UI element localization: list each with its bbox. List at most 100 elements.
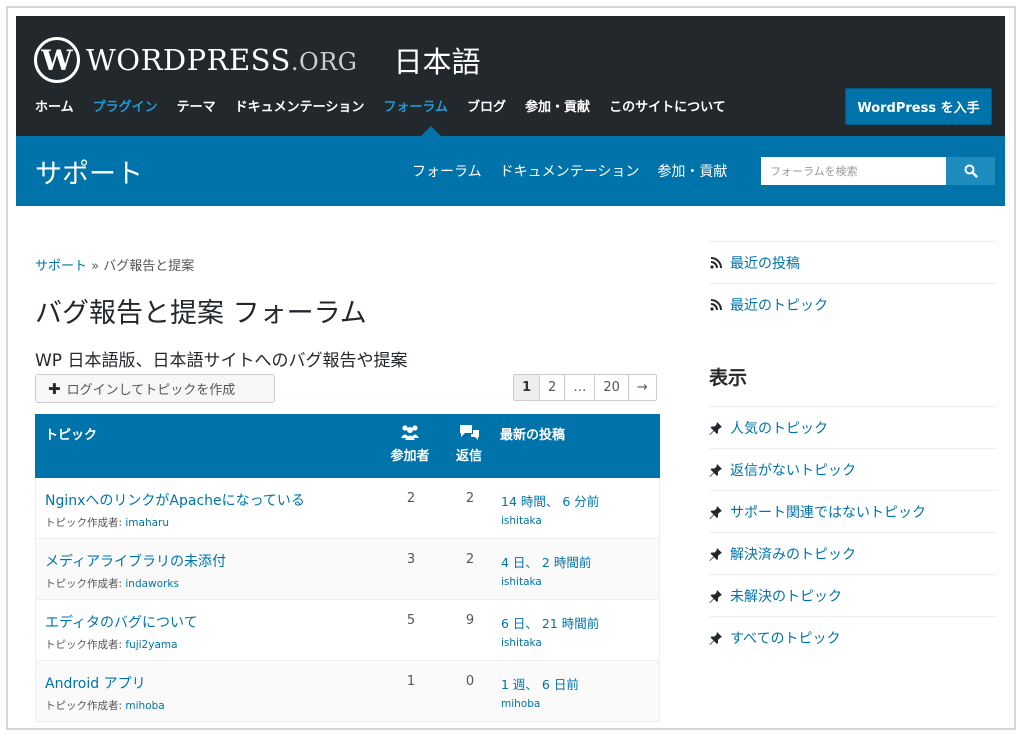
topic-title-link[interactable]: エディタのバグについて [45, 612, 198, 632]
site-logo[interactable]: W WORDPRESS.ORG 日本語 [34, 36, 480, 84]
nav-home[interactable]: ホーム [35, 96, 74, 115]
last-post-user-link[interactable]: ishitaka [501, 576, 542, 588]
topic-title-link[interactable]: NginxへのリンクがApacheになっている [45, 490, 305, 510]
search-button[interactable] [946, 157, 995, 185]
author-link[interactable]: indaworks [125, 578, 179, 590]
subnav-forums[interactable]: フォーラム [412, 161, 482, 181]
header-participants-label: 参加者 [390, 449, 430, 464]
main-nav: ホーム プラグイン テーマ ドキュメンテーション フォーラム ブログ 参加・貢献… [35, 96, 726, 115]
nav-about[interactable]: このサイトについて [609, 96, 726, 115]
breadcrumb-separator: » [87, 259, 104, 274]
topic-row: エディタのバグについて トピック作成者: fuji2yama 5 9 6 日、 … [35, 600, 660, 661]
feed-links: 最近の投稿 最近のトピック [709, 241, 997, 325]
last-post-time-link[interactable]: 1 週、 6 日前 [501, 674, 579, 693]
author-prefix: トピック作成者: [45, 639, 126, 651]
create-topic-label: ログインしてトピックを作成 [66, 383, 236, 398]
participant-count: 3 [406, 552, 416, 567]
topic-row: NginxへのリンクがApacheになっている トピック作成者: imaharu… [35, 478, 660, 539]
author-link[interactable]: fuji2yama [125, 639, 177, 651]
pin-icon [709, 421, 723, 435]
nav-contribute[interactable]: 参加・貢献 [525, 96, 590, 115]
topics-table: トピック 参加者 返信 最新の投稿 NginxへのリンクがApacheになってい… [35, 414, 660, 722]
support-header: サポート フォーラム ドキュメンテーション 参加・貢献 [16, 136, 1005, 206]
view-popular[interactable]: 人気のトピック [709, 406, 997, 448]
last-post-user-link[interactable]: ishitaka [501, 637, 542, 649]
view-label: サポート関連ではないトピック [730, 504, 926, 521]
login-create-topic-button[interactable]: ✚ ログインしてトピックを作成 [35, 374, 275, 403]
page-1: 1 [514, 375, 541, 400]
view-unresolved[interactable]: 未解決のトピック [709, 574, 997, 616]
nav-documentation[interactable]: ドキュメンテーション [235, 96, 365, 115]
page: W WORDPRESS.ORG 日本語 ホーム プラグイン テーマ ドキュメンテ… [16, 16, 1005, 724]
view-resolved[interactable]: 解決済みのトピック [709, 532, 997, 574]
last-post-user-link[interactable]: mihoba [501, 698, 540, 710]
topic-row: メディアライブラリの未添付 トピック作成者: indaworks 3 2 4 日… [35, 539, 660, 600]
reply-count: 2 [465, 491, 475, 506]
breadcrumb-support-link[interactable]: サポート [35, 259, 87, 274]
nav-forums[interactable]: フォーラム [383, 96, 448, 115]
last-post-time-link[interactable]: 4 日、 2 時間前 [501, 552, 591, 571]
view-not-support[interactable]: サポート関連ではないトピック [709, 490, 997, 532]
topic-author: トピック作成者: indaworks [45, 576, 179, 591]
last-post-time-link[interactable]: 6 日、 21 時間前 [501, 613, 599, 632]
header-topic: トピック [45, 428, 98, 443]
view-all-topics[interactable]: すべてのトピック [709, 616, 997, 658]
view-label: 返信がないトピック [730, 462, 856, 479]
author-link[interactable]: mihoba [125, 700, 164, 712]
view-no-replies[interactable]: 返信がないトピック [709, 448, 997, 490]
rss-icon [709, 298, 723, 311]
subnav-documentation[interactable]: ドキュメンテーション [500, 161, 640, 181]
active-nav-indicator [421, 126, 441, 136]
search-icon [964, 164, 978, 178]
header-last-post: 最新の投稿 [500, 428, 566, 443]
rss-icon [709, 256, 723, 269]
people-icon [401, 425, 419, 440]
header-replies-label: 返信 [455, 449, 482, 464]
last-post-time-link[interactable]: 14 時間、 6 分前 [501, 491, 599, 510]
get-wordpress-button[interactable]: WordPress を入手 [845, 88, 992, 125]
nav-blog[interactable]: ブログ [467, 96, 506, 115]
wordpress-logo-icon: W [34, 37, 80, 83]
feed-recent-posts[interactable]: 最近の投稿 [709, 241, 997, 283]
breadcrumb: サポート » バグ報告と提案 [35, 255, 194, 274]
view-label: 未解決のトピック [730, 588, 842, 605]
logo-org: .ORG [290, 48, 358, 76]
breadcrumb-current: バグ報告と提案 [103, 259, 195, 274]
author-link[interactable]: imaharu [125, 517, 169, 529]
view-label: 解決済みのトピック [730, 546, 856, 563]
forum-search-input[interactable] [761, 157, 946, 185]
global-header: W WORDPRESS.ORG 日本語 ホーム プラグイン テーマ ドキュメンテ… [16, 16, 1005, 136]
next-page-arrow-icon[interactable]: → [628, 375, 656, 400]
author-prefix: トピック作成者: [45, 517, 126, 529]
sidebar: 最近の投稿 最近のトピック 表示 人気のトピック 返信がないトピック サポート関… [709, 241, 997, 658]
support-nav: フォーラム ドキュメンテーション 参加・貢献 [412, 161, 727, 181]
pin-icon [709, 547, 723, 561]
support-title[interactable]: サポート [35, 152, 143, 191]
subnav-contribute[interactable]: 参加・貢献 [657, 161, 727, 181]
pagination: 1 2 … 20 → [513, 374, 657, 401]
page-20[interactable]: 20 [595, 375, 629, 400]
participant-count: 2 [406, 491, 416, 506]
nav-plugins[interactable]: プラグイン [93, 96, 158, 115]
logo-language: 日本語 [393, 45, 481, 79]
nav-themes[interactable]: テーマ [177, 96, 216, 115]
participant-count: 1 [406, 674, 416, 689]
pin-icon [709, 463, 723, 477]
feed-recent-topics[interactable]: 最近のトピック [709, 283, 997, 325]
last-post-user-link[interactable]: ishitaka [501, 515, 542, 527]
page-2[interactable]: 2 [540, 375, 566, 400]
pin-icon [709, 589, 723, 603]
author-prefix: トピック作成者: [45, 578, 126, 590]
topic-title-link[interactable]: Android アプリ [45, 673, 146, 693]
views-heading: 表示 [709, 367, 748, 389]
plus-icon: ✚ [48, 379, 61, 398]
page-ellipsis: … [565, 375, 596, 400]
reply-count: 0 [465, 674, 475, 689]
view-label: すべてのトピック [730, 630, 841, 647]
topic-title-link[interactable]: メディアライブラリの未添付 [45, 551, 226, 571]
topic-row: Android アプリ トピック作成者: mihoba 1 0 1 週、 6 日… [35, 661, 660, 722]
logo-word: WORDPRESS [86, 43, 291, 77]
header-replies: 返信 [451, 423, 487, 464]
chat-icon [460, 425, 479, 440]
logo-wordmark: WORDPRESS.ORG [86, 43, 357, 77]
